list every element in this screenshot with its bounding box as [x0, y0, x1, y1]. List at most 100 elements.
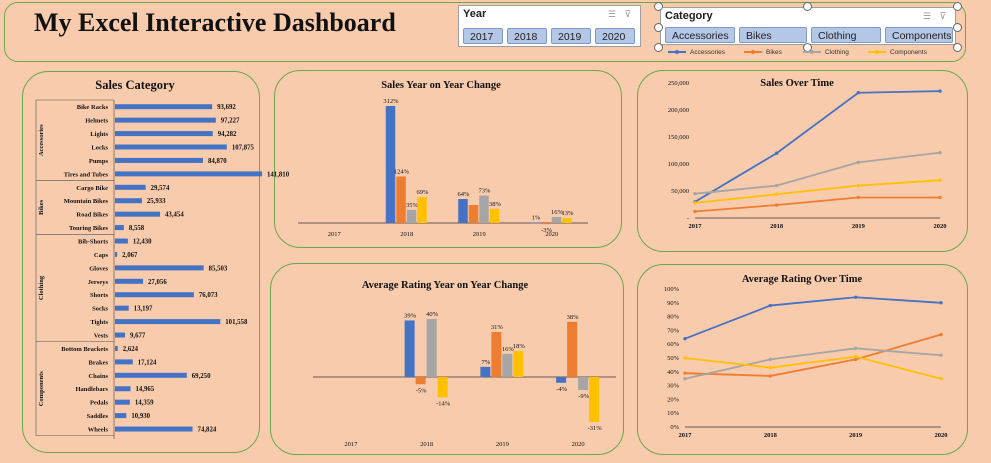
tick-label: Handlebars [75, 386, 108, 393]
data-label: -9% [578, 393, 589, 400]
data-point [938, 89, 942, 93]
data-label: 64% [458, 191, 471, 198]
tick-label: Jerseys [88, 279, 109, 286]
tick-label: 250,000 [668, 80, 689, 87]
data-point [938, 150, 942, 155]
series-line [694, 151, 941, 195]
data-label: 35% [406, 202, 419, 209]
bar [513, 350, 524, 377]
bar [115, 265, 204, 271]
data-label: 31% [491, 324, 504, 331]
tick-label: 2018 [770, 223, 784, 230]
data-point [693, 201, 697, 205]
data-point [683, 356, 687, 360]
chart-title: Sales Over Time [760, 78, 834, 89]
tick-label: - [687, 215, 689, 222]
data-point [683, 336, 687, 341]
data-point [768, 374, 773, 378]
bar [115, 372, 187, 378]
data-point [939, 377, 943, 381]
bar [567, 321, 578, 377]
data-label: 29,574 [151, 185, 170, 192]
group-label: Bikes [38, 199, 45, 215]
data-label: -31% [588, 425, 603, 432]
tick-label: Helmets [85, 118, 108, 125]
bar [530, 222, 541, 224]
bar [115, 305, 129, 311]
tick-label: Chains [88, 373, 108, 380]
tick-label: Bike Racks [77, 104, 109, 111]
tick-label: 2018 [420, 441, 433, 448]
tick-label: 2017 [328, 231, 342, 238]
tick-label: 2020 [935, 432, 948, 439]
bar [115, 117, 216, 123]
data-label: -5% [416, 387, 427, 394]
tick-label: 90% [667, 300, 680, 307]
bar [578, 377, 589, 391]
tick-label: 80% [667, 314, 680, 321]
data-point [768, 365, 773, 370]
data-point [856, 183, 861, 188]
bar [115, 292, 194, 298]
bar [115, 251, 118, 257]
data-label: 85,503 [209, 265, 228, 272]
data-point [774, 203, 779, 207]
tick-label: 2020 [572, 441, 585, 448]
data-point [856, 160, 861, 165]
bar [385, 106, 396, 223]
tick-label: 10% [667, 410, 680, 417]
tick-label: 20% [667, 396, 680, 403]
data-point [853, 354, 858, 359]
tick-label: Brakes [89, 359, 109, 366]
data-point [683, 377, 687, 381]
data-point [693, 192, 697, 196]
tick-label: 2019 [496, 441, 509, 448]
bar [115, 426, 193, 432]
data-label: 7% [482, 359, 491, 366]
bar [115, 399, 130, 405]
tick-label: Bib-Shorts [78, 239, 108, 246]
tick-label: Caps [94, 252, 109, 259]
tick-label: Lights [90, 131, 108, 138]
tick-label: 2018 [400, 231, 413, 238]
bar [115, 171, 262, 177]
bar [437, 377, 448, 398]
data-label: 141,810 [267, 171, 290, 178]
bar [115, 413, 127, 419]
data-label: 17,124 [138, 359, 157, 366]
tick-label: 30% [667, 383, 680, 390]
chart-title: Average Rating Year on Year Change [362, 280, 529, 291]
bar [415, 377, 426, 385]
tick-label: 100,000 [668, 161, 689, 168]
bar [115, 345, 118, 351]
data-label: 38% [489, 201, 502, 208]
tick-label: Wheels [88, 427, 109, 434]
data-label: 8,558 [129, 225, 145, 232]
tick-label: 2019 [852, 223, 866, 230]
data-label: 94,282 [218, 131, 237, 138]
data-point [853, 295, 858, 299]
bar [404, 320, 415, 377]
data-point [856, 195, 861, 200]
data-label: 2,067 [122, 252, 138, 259]
bar [115, 198, 142, 204]
bar [115, 278, 144, 284]
data-label: 18% [513, 343, 526, 350]
bar [396, 176, 406, 223]
bar [115, 157, 203, 163]
tick-label: 2019 [473, 231, 486, 238]
data-point [774, 183, 779, 188]
tick-label: Road Bikes [76, 212, 108, 219]
data-label: 2,624 [123, 346, 139, 353]
data-label: 43,454 [165, 212, 184, 219]
bar [417, 197, 427, 223]
data-point [853, 346, 858, 351]
data-label: -14% [436, 400, 451, 407]
tick-label: Socks [92, 306, 108, 313]
data-point [774, 151, 779, 155]
bar [115, 131, 213, 137]
bar [115, 184, 146, 190]
tick-label: 70% [667, 327, 680, 334]
tick-label: Vests [94, 333, 109, 340]
tick-label: 40% [667, 369, 680, 376]
